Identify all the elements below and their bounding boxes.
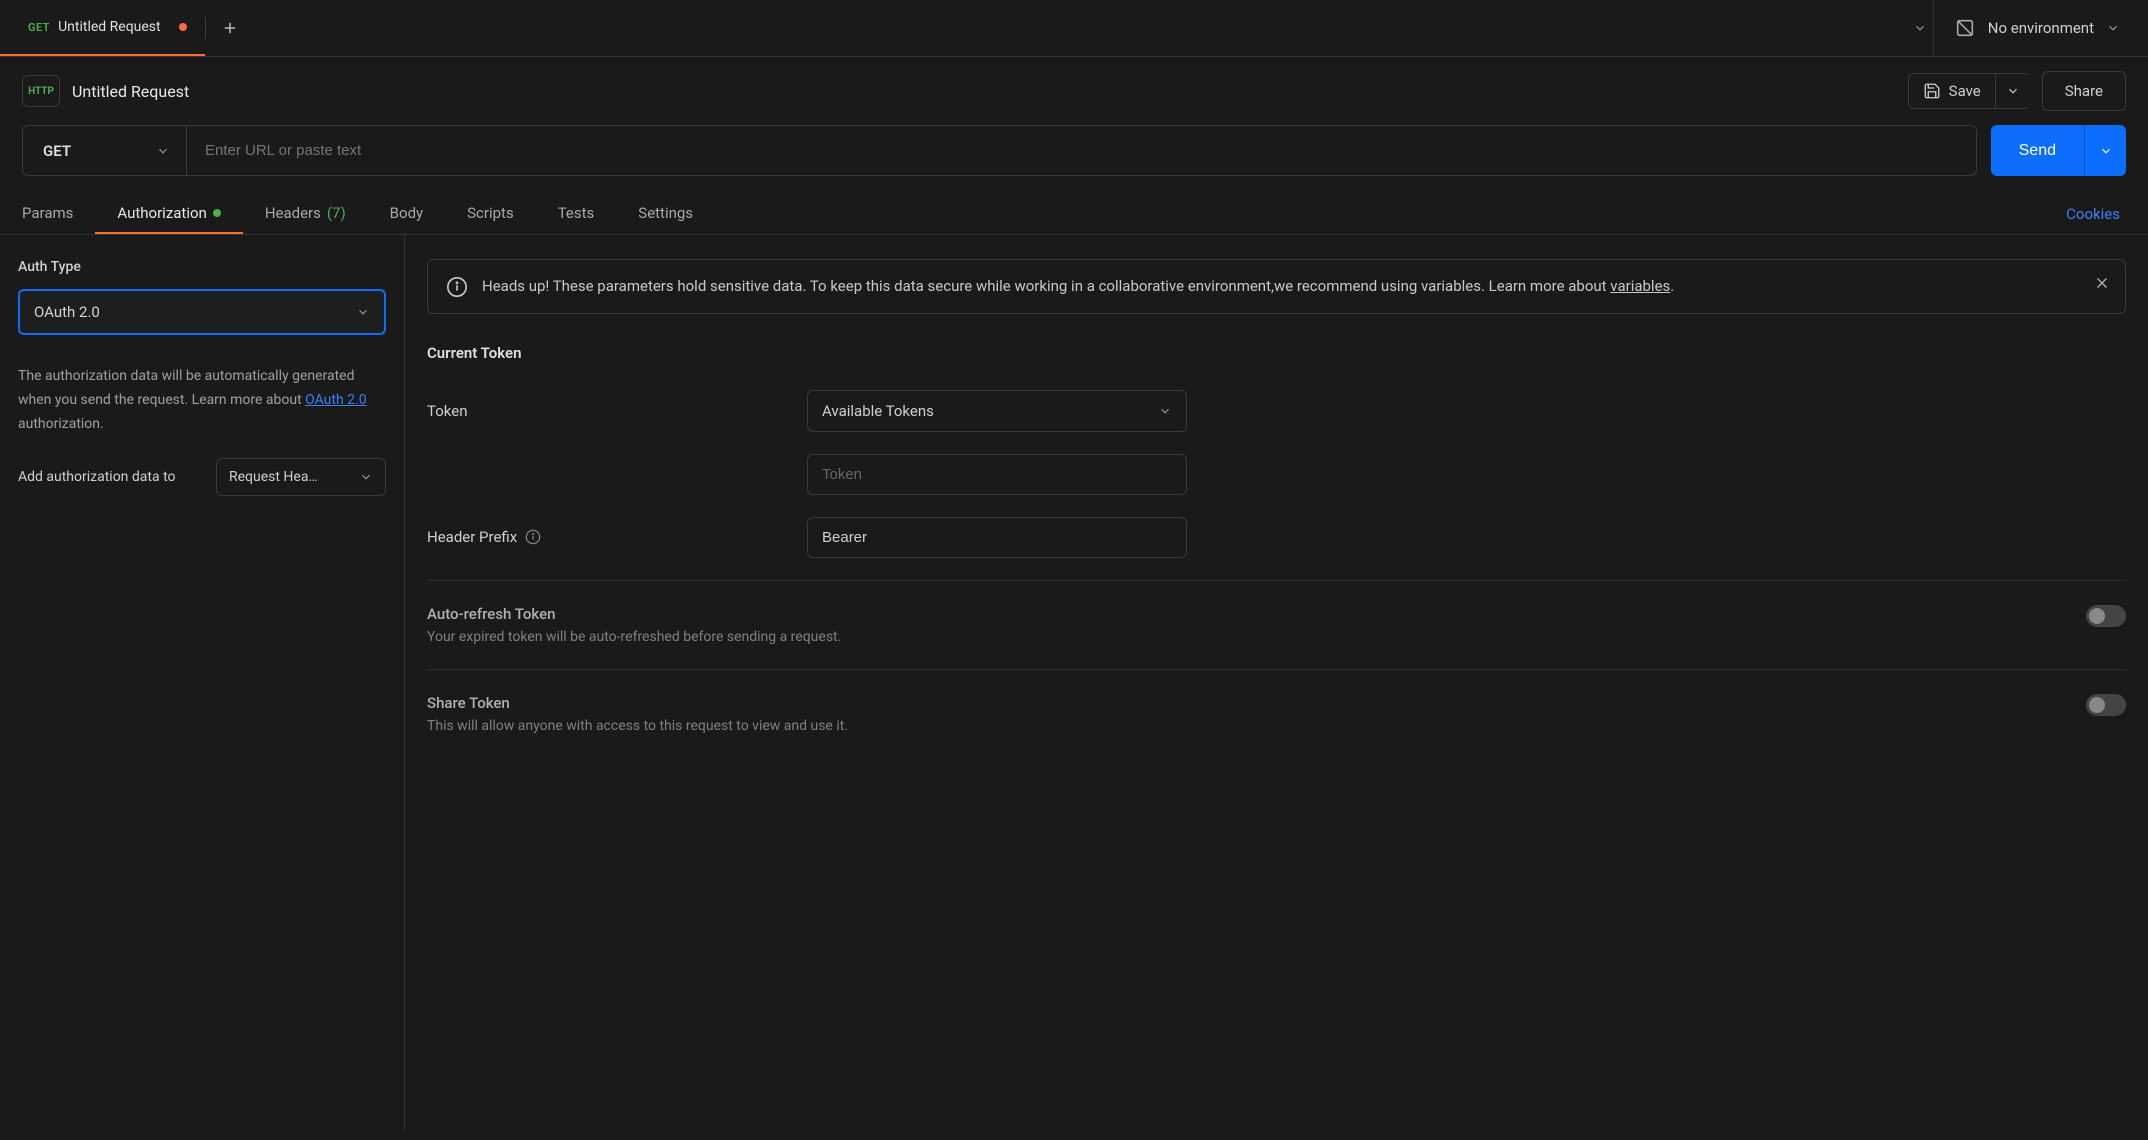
tab-authorization-label: Authorization	[117, 204, 206, 222]
info-icon[interactable]	[525, 529, 541, 545]
headers-count: (7)	[327, 204, 346, 222]
tab-tests[interactable]: Tests	[536, 194, 617, 234]
share-label: Share	[2065, 82, 2103, 100]
available-tokens-select[interactable]: Available Tokens	[807, 390, 1187, 432]
http-icon: HTTP	[22, 75, 60, 107]
content-area: Auth Type OAuth 2.0 The authorization da…	[0, 235, 2148, 1130]
current-token-heading: Current Token	[427, 344, 2126, 362]
token-input[interactable]	[807, 454, 1187, 495]
chevron-down-icon	[2099, 144, 2113, 158]
send-button[interactable]: Send	[1991, 125, 2084, 176]
share-button[interactable]: Share	[2042, 71, 2126, 111]
save-label: Save	[1949, 82, 1981, 100]
header-prefix-input[interactable]	[807, 517, 1187, 558]
save-options-button[interactable]	[1995, 73, 2030, 109]
add-auth-data-select[interactable]: Request Hea…	[216, 458, 386, 496]
url-bar: GET Send	[0, 125, 2148, 176]
save-button[interactable]: Save	[1908, 73, 1995, 109]
notice-text: Heads up! These parameters hold sensitiv…	[482, 274, 1674, 299]
header-prefix-label: Header Prefix	[427, 528, 517, 546]
share-token-toggle[interactable]	[2086, 694, 2126, 716]
auth-sidebar: Auth Type OAuth 2.0 The authorization da…	[0, 235, 405, 1130]
tab-title: Untitled Request	[58, 19, 161, 35]
tab-scripts[interactable]: Scripts	[445, 194, 536, 234]
notice-close-button[interactable]	[2093, 274, 2111, 292]
tab-body[interactable]: Body	[368, 194, 445, 234]
tab-bar: GET Untitled Request No environment	[0, 0, 2148, 57]
oauth-doc-link[interactable]: OAuth 2.0	[305, 392, 366, 408]
sensitive-data-notice: Heads up! These parameters hold sensitiv…	[427, 259, 2126, 314]
request-tabs: Params Authorization Headers (7) Body Sc…	[0, 194, 2148, 235]
request-header: HTTP Untitled Request Save Share	[0, 57, 2148, 125]
tab-headers[interactable]: Headers (7)	[243, 194, 368, 234]
auth-type-value: OAuth 2.0	[34, 303, 100, 321]
method-select[interactable]: GET	[23, 126, 187, 175]
cookies-link[interactable]: Cookies	[2066, 205, 2126, 223]
share-token-desc: This will allow anyone with access to th…	[427, 718, 848, 734]
request-title[interactable]: Untitled Request	[72, 82, 189, 101]
tab-method-badge: GET	[28, 21, 50, 34]
tab-headers-label: Headers	[265, 204, 321, 222]
tab-settings[interactable]: Settings	[616, 194, 715, 234]
environment-label: No environment	[1988, 19, 2094, 37]
status-dot-icon	[213, 209, 221, 217]
available-tokens-value: Available Tokens	[822, 402, 934, 420]
environment-selector[interactable]: No environment	[1934, 17, 2148, 39]
tab-params[interactable]: Params	[22, 194, 95, 234]
no-environment-icon	[1954, 17, 1976, 39]
auth-type-label: Auth Type	[18, 259, 386, 275]
token-label: Token	[427, 402, 807, 420]
chevron-down-icon	[2106, 21, 2120, 35]
tab-authorization[interactable]: Authorization	[95, 194, 242, 234]
tab-overflow-button[interactable]	[1907, 15, 1933, 41]
request-tab[interactable]: GET Untitled Request	[0, 0, 205, 56]
chevron-down-icon	[356, 305, 370, 319]
auto-refresh-title: Auto-refresh Token	[427, 605, 841, 623]
chevron-down-icon	[1913, 21, 1927, 35]
chevron-down-icon	[1158, 404, 1172, 418]
method-value: GET	[43, 142, 71, 160]
save-icon	[1923, 82, 1941, 100]
auth-type-select[interactable]: OAuth 2.0	[18, 289, 386, 335]
plus-icon	[221, 19, 239, 37]
send-options-button[interactable]	[2084, 125, 2126, 176]
auth-config-panel: Heads up! These parameters hold sensitiv…	[405, 235, 2148, 1130]
auth-help-text: The authorization data will be automatic…	[18, 365, 386, 436]
add-auth-data-label: Add authorization data to	[18, 467, 202, 488]
new-tab-button[interactable]	[206, 19, 254, 37]
chevron-down-icon	[2006, 84, 2020, 98]
unsaved-indicator-icon	[179, 23, 187, 31]
chevron-down-icon	[359, 470, 373, 484]
variables-doc-link[interactable]: variables	[1610, 277, 1670, 295]
info-icon	[446, 276, 468, 298]
chevron-down-icon	[156, 144, 170, 158]
add-auth-data-value: Request Hea…	[229, 469, 318, 485]
url-input[interactable]	[187, 126, 1976, 175]
close-icon	[2093, 274, 2111, 292]
auto-refresh-desc: Your expired token will be auto-refreshe…	[427, 629, 841, 645]
auto-refresh-toggle[interactable]	[2086, 605, 2126, 627]
share-token-title: Share Token	[427, 694, 848, 712]
